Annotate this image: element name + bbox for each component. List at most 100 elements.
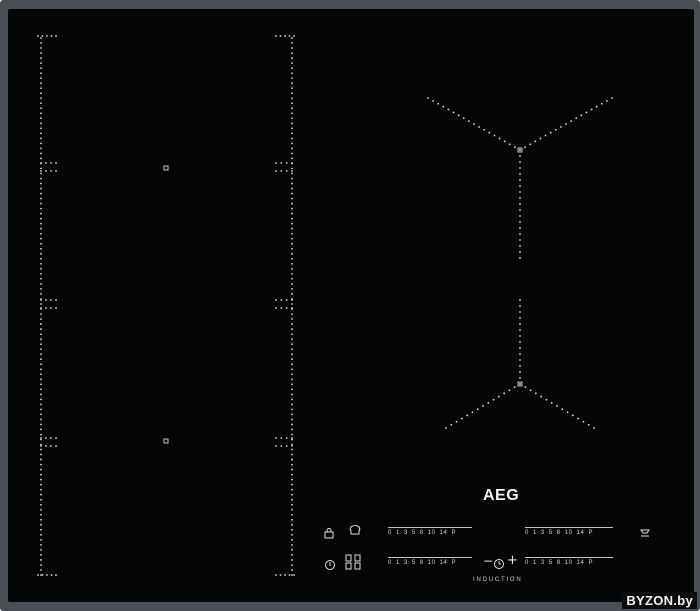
zone-outline-dot — [291, 82, 293, 85]
zone-outline-dot — [41, 35, 44, 37]
zone-outline-dot — [275, 35, 277, 37]
zone-outline-dot — [291, 77, 293, 80]
zone-outline-dot — [40, 42, 42, 44]
zone-divider-dot — [285, 162, 288, 164]
zone-divider-dot — [40, 162, 42, 164]
zone-outline-dot — [291, 242, 293, 245]
zone-outline-dot — [291, 182, 293, 185]
scale-number: P — [451, 560, 457, 566]
zone-outline-dot — [40, 408, 42, 411]
zone-outline-dot — [291, 433, 293, 436]
bridge-zone-icon[interactable] — [345, 553, 363, 571]
zone-outline-dot — [291, 338, 293, 341]
zone-outline-dot — [291, 323, 293, 325]
zone-outline-dot — [291, 488, 293, 491]
zone-outline-dot — [40, 197, 42, 200]
power-slider-front-right[interactable]: 0 1 3 5 8 10 14 P — [525, 527, 613, 541]
zone-outline-dot — [519, 149, 521, 151]
zone-outline-dot — [40, 413, 42, 416]
zone-outline-dot — [40, 77, 42, 80]
zone-outline-dot — [534, 140, 537, 143]
zone-outline-dot — [40, 52, 42, 54]
watermark: BYZON.by — [622, 592, 697, 609]
zone-divider-dot — [280, 445, 283, 447]
zone-outline-dot — [40, 172, 42, 175]
zone-outline-dot — [291, 318, 293, 320]
flexi-zone-left[interactable] — [37, 35, 295, 576]
scale-number: 0 — [388, 530, 392, 536]
zone-outline-dot — [519, 311, 521, 313]
zone-outline-dot — [40, 202, 42, 205]
zone-divider-dot — [55, 170, 57, 172]
zone-outline-dot — [291, 67, 293, 70]
zone-outline-dot — [462, 117, 465, 120]
scale-number: 8 — [556, 530, 561, 536]
zone-outline-dot — [291, 413, 293, 416]
zone-outline-dot — [40, 47, 42, 49]
power-slider-front-left[interactable]: 0 1 3 5 8 10 14 P — [388, 527, 472, 541]
zone-outline-dot — [284, 574, 286, 576]
scale-number: 5 — [548, 560, 553, 566]
zone-outline-dot — [40, 242, 42, 245]
zone-outline-dot — [279, 35, 282, 37]
zone-outline-dot — [291, 62, 293, 64]
zone-outline-dot — [291, 478, 293, 481]
zone-outline-dot — [40, 92, 42, 95]
power-icon[interactable] — [324, 556, 336, 570]
scale-number: 14 — [576, 530, 585, 536]
zone-outline-dot — [487, 401, 490, 404]
zone-outline-dot — [291, 132, 293, 135]
zone-divider-dot — [50, 437, 52, 439]
zone-divider-dot — [291, 170, 293, 172]
zone-divider-dot — [55, 162, 57, 164]
zone-outline-dot — [457, 114, 460, 117]
zone-outline-dot — [488, 131, 491, 134]
zone-outline-dot — [291, 458, 293, 461]
slider-scale: 0 1 3 5 8 10 14 P — [525, 560, 597, 566]
zone-outline-dot — [40, 418, 42, 421]
hob2hood-icon[interactable] — [639, 524, 651, 537]
zone-outline-dot — [40, 87, 42, 90]
zone-outline-dot — [291, 87, 293, 90]
zone-outline-dot — [524, 146, 527, 149]
timer-plus-button[interactable]: + — [507, 553, 518, 568]
lock-icon[interactable] — [323, 524, 335, 539]
zone-outline-dot — [519, 245, 521, 247]
zone-outline-dot — [291, 107, 293, 110]
zone-outline-dot — [40, 187, 42, 190]
zone-outline-dot — [291, 177, 293, 180]
zone-outline-dot — [291, 328, 293, 330]
zone-outline-dot — [40, 373, 42, 376]
zone-divider-dot — [55, 299, 57, 301]
scale-number: 10 — [427, 530, 436, 536]
zone-outline-dot — [291, 72, 293, 75]
scale-number: 3 — [540, 560, 545, 566]
zone-divider-dot — [291, 162, 293, 164]
zone-outline-dot — [291, 277, 293, 280]
zone-divider-dot — [40, 437, 42, 439]
zone-outline-dot — [544, 134, 547, 137]
zone-outline-dot — [540, 395, 543, 398]
zone-outline-dot — [40, 343, 42, 346]
zone-outline-dot — [293, 35, 295, 37]
zone-outline-dot — [291, 518, 293, 521]
zone-outline-dot — [519, 221, 521, 223]
timer-minus-button[interactable]: − — [483, 554, 493, 568]
zone-outline-dot — [291, 368, 293, 371]
power-slider-rear-right[interactable]: 0 1 3 5 8 10 14 P — [525, 557, 613, 571]
zone-outline-dot — [508, 389, 511, 392]
power-slider-rear-left[interactable]: 0 1 3 5 8 10 14 P — [388, 557, 472, 571]
zone-outline-dot — [40, 518, 42, 521]
zone-outline-dot — [545, 398, 548, 401]
zone-divider-dot — [275, 299, 277, 301]
scale-number: 14 — [576, 560, 585, 566]
zone-markings-right[interactable] — [427, 97, 613, 429]
zone-divider-dot — [280, 299, 283, 301]
chef-hat-icon[interactable] — [348, 522, 362, 536]
scale-number: 5 — [548, 530, 553, 536]
zone-outline-dot — [40, 257, 42, 260]
scale-number: P — [451, 530, 457, 536]
zone-outline-dot — [455, 420, 458, 423]
zone-outline-dot — [291, 408, 293, 411]
zone-outline-dot — [291, 217, 293, 220]
